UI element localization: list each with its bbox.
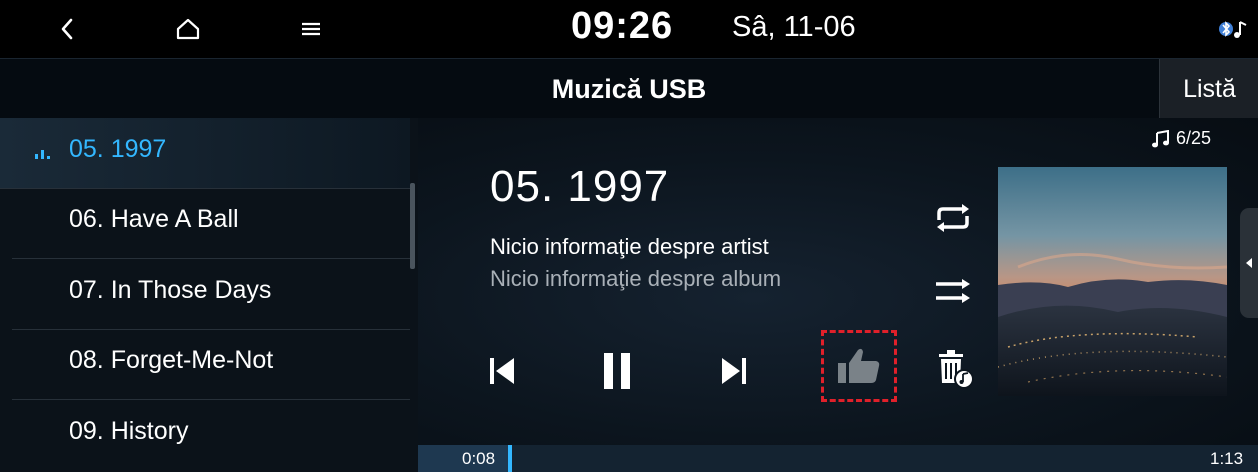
repeat-button[interactable]: [930, 198, 976, 238]
playlist: 05. 1997 06. Have A Ball 07. In Those Da…: [0, 118, 418, 472]
shuffle-icon: [936, 279, 970, 303]
list-button[interactable]: Listă: [1159, 59, 1258, 119]
back-icon[interactable]: [47, 9, 87, 49]
page-title: Muzică USB: [551, 74, 707, 104]
album-name: Nicio informaţie despre album: [490, 266, 782, 291]
header-bar: Muzică USB Listă: [0, 58, 1258, 119]
home-icon[interactable]: [168, 9, 208, 49]
playlist-scrollbar[interactable]: [410, 183, 415, 269]
like-icon: [838, 348, 880, 383]
track-title: 05. 1997: [490, 162, 670, 211]
side-panel-handle[interactable]: [1240, 208, 1258, 318]
repeat-icon: [937, 204, 969, 232]
track-counter-value: 6/25: [1176, 128, 1212, 148]
playlist-item[interactable]: 09. History: [12, 400, 410, 470]
playlist-item-label: 06. Have A Ball: [69, 205, 239, 233]
like-button[interactable]: [821, 330, 897, 402]
progress-handle[interactable]: [508, 445, 512, 472]
album-art: [998, 167, 1227, 396]
menu-icon[interactable]: [291, 9, 331, 49]
artist-name: Nicio informaţie despre artist: [490, 234, 769, 259]
clock-date: Sâ, 11-06: [732, 11, 856, 43]
total-time: 1:13: [1210, 449, 1244, 468]
playlist-item-label: 07. In Those Days: [69, 276, 272, 304]
music-note-icon: [1152, 129, 1169, 147]
elapsed-time: 0:08: [462, 449, 496, 468]
next-track-icon: [722, 358, 746, 384]
shuffle-button[interactable]: [930, 271, 976, 311]
clock-time: 09:26: [571, 5, 674, 47]
playlist-item-label: 08. Forget-Me-Not: [69, 346, 274, 374]
delete-music-icon: [939, 350, 974, 389]
track-counter: 6/25: [1150, 128, 1211, 149]
next-track-button[interactable]: [712, 346, 756, 396]
playlist-item[interactable]: 06. Have A Ball: [12, 188, 410, 259]
playlist-item[interactable]: 08. Forget-Me-Not: [12, 329, 410, 400]
previous-track-icon: [490, 358, 514, 384]
playlist-item-active[interactable]: 05. 1997: [0, 118, 410, 189]
delete-music-button[interactable]: [932, 346, 978, 392]
previous-track-button[interactable]: [480, 346, 524, 396]
now-playing-icon: [35, 145, 50, 159]
bluetooth-audio-icon: [1214, 14, 1254, 44]
playlist-item[interactable]: 07. In Those Days: [12, 259, 410, 330]
pause-button[interactable]: [592, 344, 642, 398]
player-panel: 6/25 05. 1997 Nicio informaţie despre ar…: [418, 118, 1258, 445]
playlist-item-label: 05. 1997: [69, 135, 167, 163]
playlist-item-label: 09. History: [69, 417, 189, 445]
progress-bar[interactable]: [418, 445, 1258, 472]
pause-icon: [604, 353, 630, 389]
